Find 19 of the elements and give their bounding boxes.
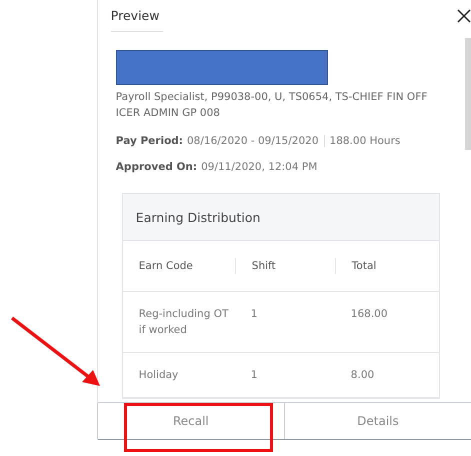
pay-period-label: Pay Period: xyxy=(116,135,183,147)
approved-on-value: 09/11/2020, 12:04 PM xyxy=(201,161,318,173)
panel-title: Preview xyxy=(110,8,164,32)
position-text: Payroll Specialist, P99038-00, U, TS0654, TS-CHIEF FIN OFFICER ADMIN GP 008 xyxy=(116,90,428,121)
card-title: Earning Distribution xyxy=(122,194,439,241)
column-header: Shift xyxy=(234,258,335,274)
table-cell-text: Reg-including OT if worked xyxy=(138,307,230,338)
table-cell-text: 1 xyxy=(250,307,258,322)
table-cell-text: Holiday xyxy=(138,368,180,383)
approved-on-label: Approved On: xyxy=(116,161,198,173)
column-header: Total xyxy=(334,258,439,274)
table-cell-text: 8.00 xyxy=(350,368,376,383)
scrollbar-thumb[interactable] xyxy=(465,38,471,150)
table-cell-text: 168.00 xyxy=(350,307,389,322)
table-cell-text: 1 xyxy=(250,368,258,383)
pay-period-value: 08/16/2020 - 09/15/2020 xyxy=(187,135,319,147)
hours-value: 188.00 Hours xyxy=(324,135,400,147)
column-header: Earn Code xyxy=(138,259,194,274)
close-icon[interactable] xyxy=(457,9,471,23)
